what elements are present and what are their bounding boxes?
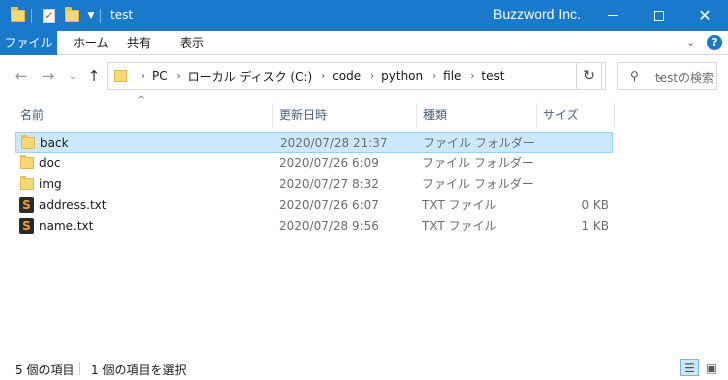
- chevron-right-icon[interactable]: ›: [432, 71, 436, 82]
- up-arrow-icon: ↑: [87, 67, 101, 85]
- maximize-button[interactable]: [636, 0, 682, 31]
- column-header-name[interactable]: 名前: [14, 103, 273, 127]
- file-type: ファイル フォルダー: [423, 136, 535, 150]
- minimize-button[interactable]: [590, 0, 636, 31]
- crumb-local-disk[interactable]: ローカル ディスク (C:): [188, 68, 313, 85]
- refresh-button[interactable]: ↻: [576, 62, 602, 90]
- file-name: img: [39, 177, 62, 191]
- tab-file[interactable]: ファイル: [0, 31, 57, 55]
- file-row-address-txt[interactable]: S address.txt 2020/07/26 6:07 TXT ファイル 0…: [15, 195, 613, 216]
- tab-view[interactable]: 表示: [170, 31, 214, 55]
- back-button[interactable]: ←: [10, 65, 32, 87]
- chevron-down-icon: ⌄: [68, 70, 78, 82]
- crumb-test[interactable]: test: [481, 69, 504, 83]
- file-name: doc: [39, 156, 61, 170]
- breadcrumb: › PC › ローカル ディスク (C:) › code › python › …: [132, 63, 504, 89]
- chevron-right-icon[interactable]: ›: [470, 71, 474, 82]
- properties-icon[interactable]: [40, 7, 58, 25]
- folder-icon: [9, 7, 27, 25]
- file-row-doc[interactable]: doc 2020/07/26 6:09 ファイル フォルダー: [15, 153, 613, 174]
- folder-icon: [114, 70, 127, 82]
- file-date: 2020/07/27 8:32: [279, 177, 379, 191]
- file-type: ファイル フォルダー: [422, 156, 534, 170]
- sublime-text-icon: S: [19, 218, 34, 234]
- status-bar: 5 個の項目 1 個の項目を選択 ☰ ▣: [0, 356, 728, 380]
- crumb-pc[interactable]: PC: [152, 69, 168, 83]
- chevron-right-icon[interactable]: ›: [177, 71, 181, 82]
- column-header-date[interactable]: 更新日時: [273, 103, 417, 127]
- file-name: back: [40, 136, 69, 150]
- new-folder-icon[interactable]: [63, 7, 81, 25]
- chevron-right-icon[interactable]: ›: [141, 71, 145, 82]
- recent-locations-button[interactable]: ⌄: [62, 65, 84, 87]
- file-type: TXT ファイル: [422, 219, 497, 233]
- chevron-right-icon[interactable]: ›: [370, 71, 374, 82]
- item-count: 5 個の項目: [15, 363, 75, 377]
- file-type: ファイル フォルダー: [422, 177, 534, 191]
- column-header-size[interactable]: サイズ: [537, 103, 615, 127]
- window-title: test: [110, 8, 134, 22]
- file-row-back[interactable]: back 2020/07/28 21:37 ファイル フォルダー: [15, 132, 613, 153]
- file-name: name.txt: [39, 219, 94, 233]
- ribbon-expand-icon[interactable]: ⌄: [686, 36, 695, 49]
- file-size: 0 KB: [581, 198, 609, 212]
- quick-access-divider: [31, 9, 32, 23]
- refresh-icon: ↻: [583, 68, 595, 84]
- file-date: 2020/07/26 6:07: [279, 198, 379, 212]
- search-icon: ⚲: [630, 69, 639, 83]
- selected-count: 1 個の項目を選択: [91, 363, 187, 377]
- navigation-bar: ← → ⌄ ↑ › PC › ローカル ディスク (C:) › code › p…: [0, 55, 728, 97]
- forward-arrow-icon: →: [41, 67, 55, 85]
- back-arrow-icon: ←: [14, 67, 28, 85]
- crumb-code[interactable]: code: [332, 69, 361, 83]
- help-icon[interactable]: ?: [707, 35, 722, 50]
- folder-icon: [21, 135, 35, 149]
- up-button[interactable]: ↑: [83, 65, 105, 87]
- folder-icon: [20, 155, 34, 169]
- close-icon: ✕: [698, 5, 712, 25]
- file-row-name-txt[interactable]: S name.txt 2020/07/28 9:56 TXT ファイル 1 KB: [15, 216, 613, 237]
- brand-name: Buzzword Inc.: [493, 6, 581, 22]
- status-divider: [79, 362, 80, 375]
- customize-dropdown-icon[interactable]: ▼: [84, 7, 98, 25]
- close-button[interactable]: ✕: [682, 0, 728, 31]
- file-size: 1 KB: [581, 219, 609, 233]
- search-placeholder: testの検索: [655, 71, 715, 85]
- sublime-text-icon: S: [19, 197, 34, 213]
- file-row-img[interactable]: img 2020/07/27 8:32 ファイル フォルダー: [15, 174, 613, 195]
- address-bar[interactable]: › PC › ローカル ディスク (C:) › code › python › …: [107, 62, 664, 90]
- minimize-icon: [608, 15, 618, 16]
- tab-share[interactable]: 共有: [117, 31, 161, 55]
- file-type: TXT ファイル: [422, 198, 497, 212]
- details-view-button[interactable]: ☰: [680, 359, 699, 376]
- chevron-right-icon[interactable]: ›: [321, 71, 325, 82]
- file-date: 2020/07/28 9:56: [279, 219, 379, 233]
- file-date: 2020/07/26 6:09: [279, 156, 379, 170]
- forward-button[interactable]: →: [37, 65, 59, 87]
- details-view-icon: ☰: [684, 360, 695, 375]
- column-header-type[interactable]: 種類: [417, 103, 537, 127]
- crumb-file[interactable]: file: [443, 69, 461, 83]
- large-icons-view-icon: ▣: [705, 360, 718, 375]
- title-bar: ▼ test Buzzword Inc. ✕: [0, 0, 728, 31]
- file-name: address.txt: [39, 198, 107, 212]
- search-box[interactable]: ⚲ testの検索: [617, 62, 717, 90]
- ribbon: ファイル ホーム 共有 表示 ⌄ ?: [0, 31, 728, 55]
- title-divider: [100, 9, 101, 23]
- large-icons-view-button[interactable]: ▣: [702, 359, 721, 376]
- file-date: 2020/07/28 21:37: [280, 136, 388, 150]
- tab-home[interactable]: ホーム: [63, 31, 119, 55]
- folder-icon: [20, 176, 34, 190]
- crumb-python[interactable]: python: [381, 69, 423, 83]
- maximize-icon: [654, 10, 664, 21]
